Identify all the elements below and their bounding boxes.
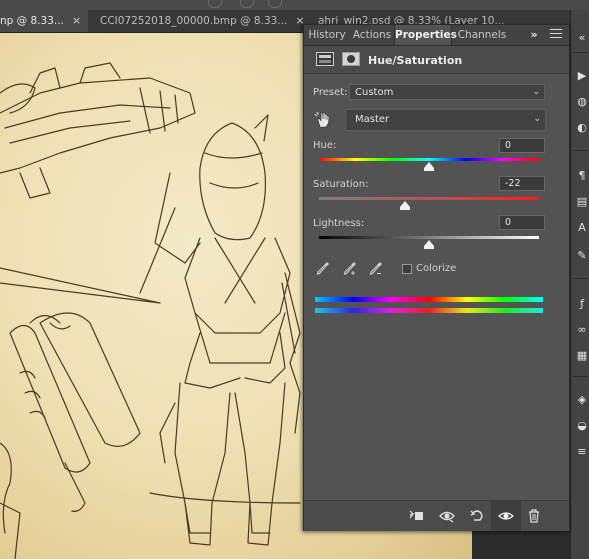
right-dock-toolbar: « ▶ ◍ ◐ ¶ ▤ A ✎ ƒ ∞ ▦ ◈ ◒ ≡ [570,10,589,559]
saturation-slider-thumb[interactable] [399,201,410,210]
hue-label: Hue: [313,140,337,151]
expand-panels-icon[interactable]: « [576,32,588,44]
colorize-label: Colorize [416,263,457,274]
lightness-label: Lightness: [313,218,365,229]
option-control-icon[interactable] [268,0,282,8]
layers-icon[interactable]: ◈ [576,394,588,406]
option-control-icon[interactable] [208,0,222,8]
lightness-slider-track[interactable] [319,236,539,239]
option-control-icon[interactable] [240,0,254,8]
lightness-slider-thumb[interactable] [424,240,434,249]
layer-comps-icon[interactable]: ▤ [576,196,588,208]
tab-history[interactable]: History [308,25,346,45]
preset-value: Custom [355,87,394,98]
clip-to-layer-icon[interactable] [408,507,426,525]
preset-label: Preset: [313,87,348,98]
saturation-label: Saturation: [313,179,369,190]
options-bar [0,0,589,10]
eyedropper-subtract-icon[interactable] [368,260,384,276]
formula-icon[interactable]: ƒ [576,298,588,310]
play-action-icon[interactable]: ▶ [576,70,588,82]
colorize-checkbox[interactable] [402,264,412,274]
visibility-eye-icon [498,512,514,520]
brush-settings-icon[interactable]: ✎ [576,250,588,262]
channel-value: Master [355,114,390,125]
color-wheel-icon[interactable]: ◐ [576,122,588,134]
targeted-adjustment-hand-icon[interactable] [314,111,332,129]
tab-properties[interactable]: Properties [394,25,457,45]
character-icon[interactable]: A [576,222,588,234]
panel-tab-bar: History Actions Properties Channels » [304,25,569,46]
source-spectrum-bar [315,297,543,302]
hue-slider-thumb[interactable] [424,162,434,171]
link-icon[interactable]: ∞ [576,324,588,336]
lightness-value-field[interactable]: 0 [499,215,545,230]
document-tab-label: np @ 8.33... [0,15,64,27]
chevron-down-icon: ⌄ [532,87,540,97]
adjustment-title: Hue/Saturation [368,54,463,67]
visibility-toggle[interactable] [491,501,521,531]
grid-icon[interactable]: ▦ [576,350,588,362]
eyedropper-icon[interactable] [315,260,331,276]
document-tab-label: CCI07252018_00000.bmp @ 8.33... [100,15,288,27]
eyedropper-add-icon[interactable] [342,260,358,276]
mask-icon[interactable] [342,52,360,66]
preset-dropdown[interactable]: Custom ⌄ [349,84,545,100]
paths-icon[interactable]: ≡ [576,446,588,458]
channel-dropdown[interactable]: Master ⌄ [345,109,546,131]
chevron-down-icon: ⌄ [533,114,541,124]
trash-icon[interactable] [525,507,543,525]
properties-footer [304,500,569,531]
tab-actions[interactable]: Actions [351,25,393,45]
close-tab-icon[interactable]: × [72,10,81,32]
panel-menu-icon[interactable] [550,29,562,41]
tab-channels[interactable]: Channels [455,25,509,45]
saturation-value-field[interactable]: -22 [499,176,545,191]
hue-slider-track[interactable] [319,158,539,161]
properties-panel: History Actions Properties Channels » Hu… [303,24,570,531]
collapse-panel-icon[interactable]: » [526,25,542,45]
document-tab[interactable]: CCI07252018_00000.bmp @ 8.33... × [96,10,312,32]
properties-header: Hue/Saturation [304,46,569,74]
paragraph-style-icon[interactable]: ¶ [576,170,588,182]
result-spectrum-bar [315,308,543,313]
adjustment-layer-icon[interactable] [316,52,334,66]
3d-object-icon[interactable]: ◍ [576,96,588,108]
document-tab-active[interactable]: np @ 8.33... × [0,10,88,32]
hue-value-field[interactable]: 0 [499,138,545,153]
reset-icon[interactable] [468,507,486,525]
view-previous-state-icon[interactable] [438,507,456,525]
saturation-slider-track[interactable] [319,197,539,200]
adjustments-icon[interactable]: ◒ [576,420,588,432]
